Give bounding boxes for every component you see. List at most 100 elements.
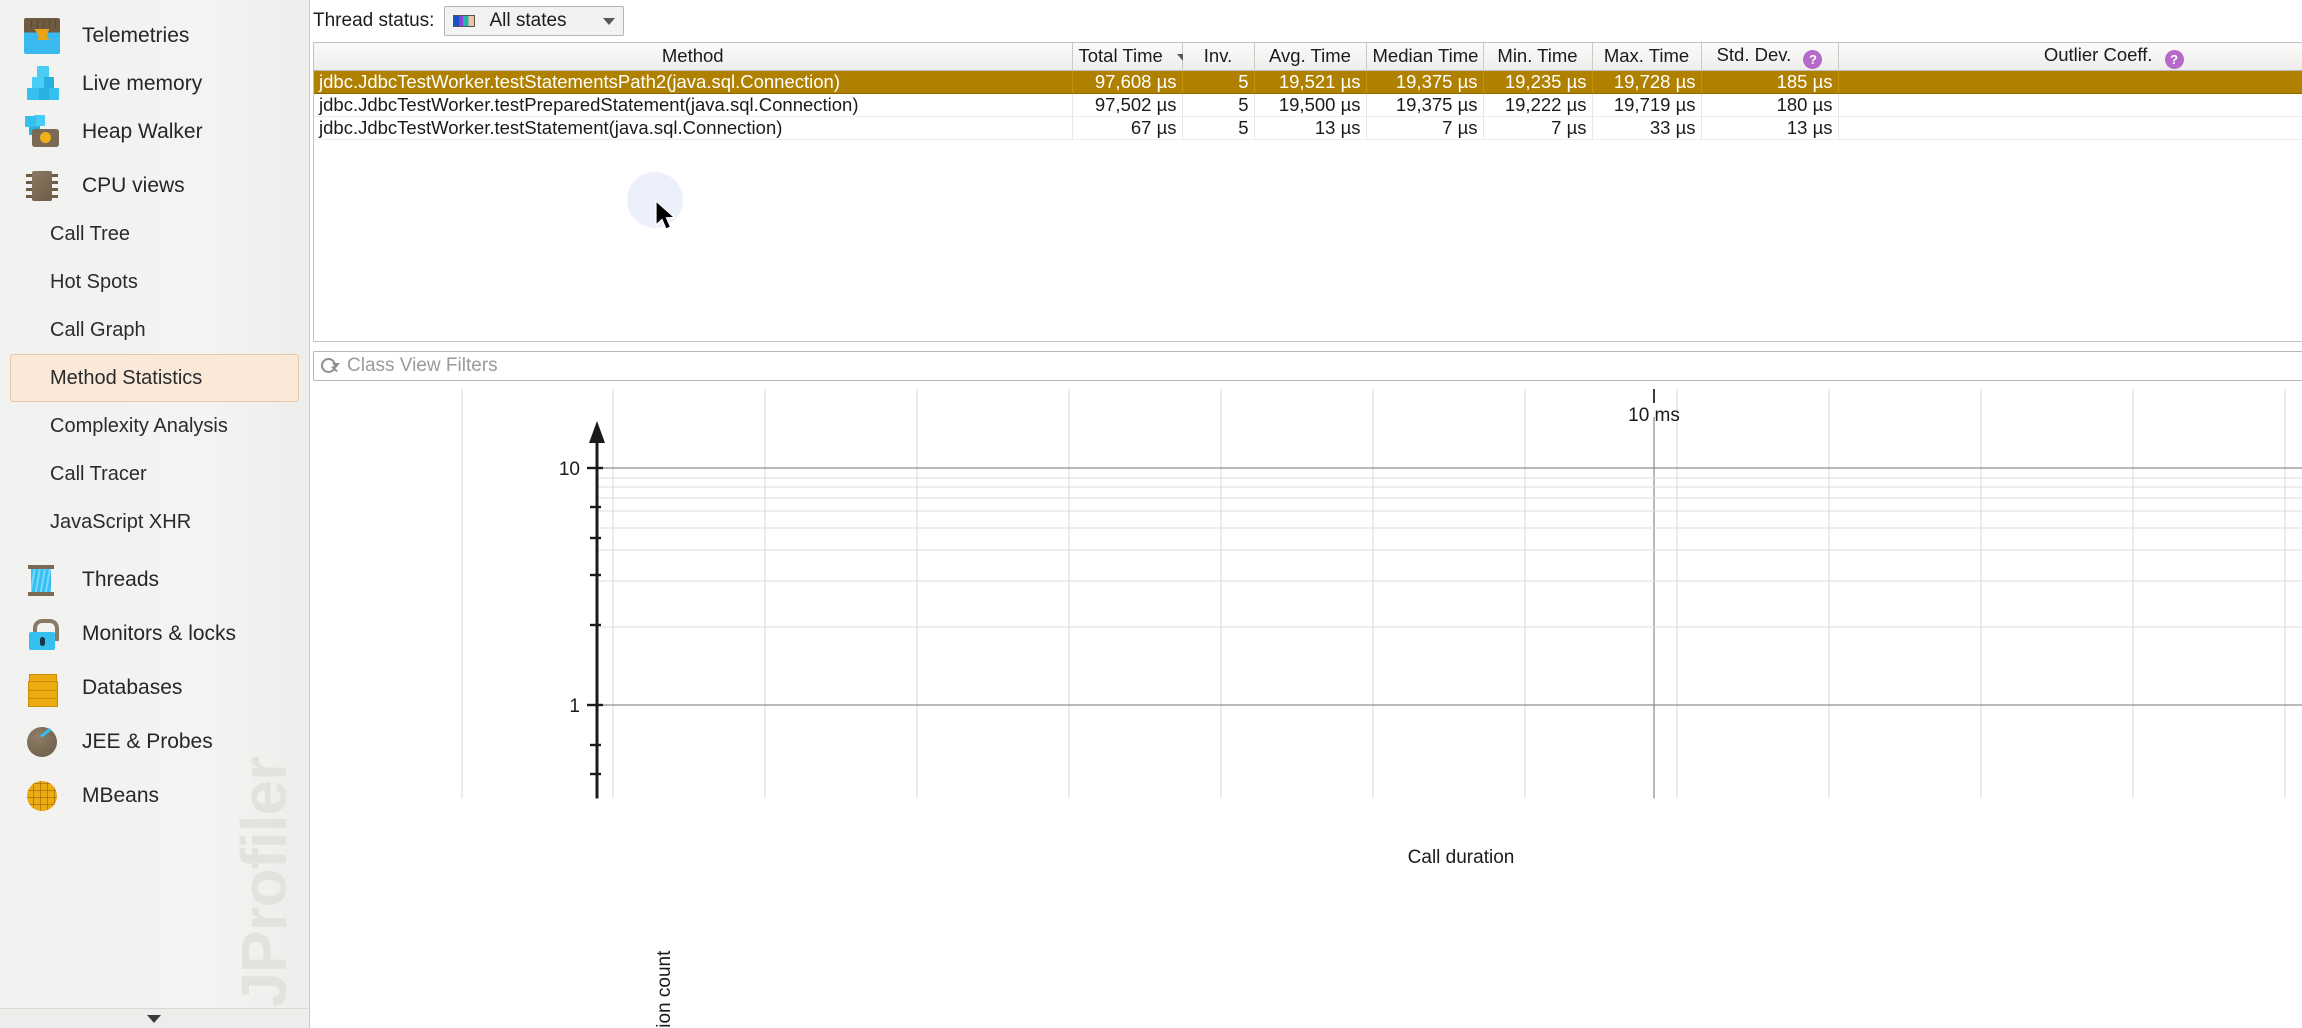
filter-placeholder: Class View Filters: [347, 355, 498, 376]
help-icon[interactable]: ?: [1803, 49, 1823, 69]
cell-std-dev: 185 µs: [1701, 70, 1839, 94]
cell-outlier: 3.71: [1838, 116, 2302, 140]
cell-inv: 5: [1182, 116, 1255, 140]
sidebar-item-live-memory[interactable]: Live memory: [0, 60, 309, 108]
class-view-filter-input[interactable]: Class View Filters: [313, 351, 2302, 381]
cpu-icon: [24, 168, 60, 204]
sidebar: JProfiler Telemetries Live memory Heap W…: [0, 0, 310, 1028]
sidebar-item-cpu-views[interactable]: CPU views: [0, 162, 309, 210]
sidebar-scroll-down-button[interactable]: [0, 1008, 308, 1028]
sidebar-item-label: Telemetries: [82, 24, 190, 47]
sidebar-item-call-tracer[interactable]: Call Tracer: [10, 450, 299, 498]
thread-states-icon: [453, 15, 476, 27]
thread-status-value: All states: [489, 10, 567, 31]
cell-outlier: 0.02: [1838, 70, 2302, 94]
thread-status-select[interactable]: All states: [444, 6, 625, 36]
sidebar-item-label: Live memory: [82, 72, 203, 95]
chevron-down-icon: [603, 17, 616, 25]
cell-max-time: 19,728 µs: [1592, 70, 1702, 94]
sidebar-item-jee-probes[interactable]: JEE & Probes: [0, 718, 309, 766]
threads-icon: [24, 562, 60, 598]
sidebar-item-complexity-analysis[interactable]: Complexity Analysis: [10, 402, 299, 450]
cell-avg-time: 19,521 µs: [1254, 70, 1367, 94]
sidebar-item-threads[interactable]: Threads: [0, 556, 309, 604]
cell-max-time: 33 µs: [1592, 116, 1702, 140]
sidebar-item-label: MBeans: [82, 784, 160, 807]
cell-min-time: 7 µs: [1483, 116, 1593, 140]
cell-median-time: 19,375 µs: [1366, 70, 1484, 94]
cell-outlier: 0.02: [1838, 93, 2302, 117]
sidebar-item-telemetries[interactable]: Telemetries: [0, 12, 309, 60]
y-tick-10: 10: [559, 459, 580, 480]
cell-std-dev: 180 µs: [1701, 93, 1839, 117]
cell-inv: 5: [1182, 70, 1255, 94]
sidebar-item-label: Heap Walker: [82, 120, 203, 143]
cell-max-time: 19,719 µs: [1592, 93, 1702, 117]
cell-median-time: 19,375 µs: [1366, 93, 1484, 117]
sidebar-item-label: Call Tracer: [50, 462, 147, 485]
column-header-median-time[interactable]: Median Time: [1366, 43, 1484, 71]
y-tick-1: 1: [569, 696, 580, 717]
column-header-max-time[interactable]: Max. Time: [1592, 43, 1702, 71]
sidebar-item-label: Hot Spots: [50, 270, 138, 293]
sidebar-item-heap-walker[interactable]: Heap Walker: [0, 108, 309, 156]
sidebar-item-hot-spots[interactable]: Hot Spots: [10, 258, 299, 306]
sidebar-item-label: Databases: [82, 676, 183, 699]
histogram-svg: 10 ms 20 ms: [310, 389, 2302, 800]
column-header-total-time[interactable]: Total Time: [1072, 43, 1189, 71]
column-header-avg-time[interactable]: Avg. Time: [1254, 43, 1367, 71]
sidebar-item-monitors-locks[interactable]: Monitors & locks: [0, 610, 309, 658]
sidebar-item-label: Call Graph: [50, 318, 146, 341]
jee-probes-icon: [24, 724, 60, 760]
chevron-down-icon: [147, 1014, 161, 1023]
lock-icon: [24, 616, 60, 652]
thread-status-label: Thread status:: [313, 10, 435, 31]
cell-total-time: 67 µs: [1072, 116, 1183, 140]
sidebar-item-call-tree[interactable]: Call Tree: [10, 210, 299, 258]
help-icon[interactable]: ?: [2164, 49, 2184, 69]
column-header-min-time[interactable]: Min. Time: [1483, 43, 1593, 71]
sidebar-item-label: JavaScript XHR: [50, 510, 192, 533]
table-header-row: Method Total Time Inv. Avg. Time Median: [314, 43, 2302, 71]
table-row[interactable]: jdbc.JdbcTestWorker.testPreparedStatemen…: [314, 93, 2302, 117]
cell-total-time: 97,502 µs: [1072, 93, 1183, 117]
search-icon: [320, 357, 340, 375]
toolbar: Thread status: All states: [310, 0, 2302, 42]
heap-walker-icon: [24, 114, 60, 150]
sidebar-item-label: Monitors & locks: [82, 622, 237, 645]
databases-icon: [24, 670, 60, 706]
table-row[interactable]: jdbc.JdbcTestWorker.testStatement(java.s…: [314, 116, 2302, 140]
telemetry-icon: [24, 18, 60, 54]
sidebar-item-method-statistics[interactable]: Method Statistics: [10, 354, 299, 402]
column-header-outlier-coeff[interactable]: Outlier Coeff. ?: [1838, 43, 2302, 71]
cell-avg-time: 13 µs: [1254, 116, 1367, 140]
column-header-method[interactable]: Method: [314, 43, 1073, 71]
sidebar-item-label: CPU views: [82, 174, 185, 197]
table-row[interactable]: jdbc.JdbcTestWorker.testStatementsPath2(…: [314, 70, 2302, 94]
sidebar-item-javascript-xhr[interactable]: JavaScript XHR: [10, 498, 299, 546]
cell-inv: 5: [1182, 93, 1255, 117]
mbeans-icon: [24, 778, 60, 814]
y-axis-arrow: [589, 421, 605, 443]
cell-avg-time: 19,500 µs: [1254, 93, 1367, 117]
sidebar-item-label: JEE & Probes: [82, 730, 213, 753]
filter-row: Class View Filters ?: [313, 351, 2302, 381]
cell-min-time: 19,235 µs: [1483, 70, 1593, 94]
sidebar-item-mbeans[interactable]: MBeans: [0, 772, 309, 820]
live-memory-icon: [24, 66, 60, 102]
sidebar-item-label: Call Tree: [50, 222, 131, 245]
method-statistics-table[interactable]: Method Total Time Inv. Avg. Time Median: [313, 42, 2302, 342]
cell-method: jdbc.JdbcTestWorker.testStatement(java.s…: [314, 116, 1073, 140]
sidebar-item-label: Threads: [82, 568, 160, 591]
sidebar-item-databases[interactable]: Databases: [0, 664, 309, 712]
main-panel: Thread status: All states Method Total T…: [310, 0, 2302, 1028]
cell-min-time: 19,222 µs: [1483, 93, 1593, 117]
sidebar-item-label: Complexity Analysis: [50, 414, 228, 437]
sidebar-item-call-graph[interactable]: Call Graph: [10, 306, 299, 354]
column-header-inv[interactable]: Inv.: [1182, 43, 1255, 71]
call-duration-histogram[interactable]: 10 ms 20 ms: [310, 389, 2302, 1028]
cell-median-time: 7 µs: [1366, 116, 1484, 140]
y-axis-label: Invocation count: [654, 950, 675, 1028]
x-tick-10ms: 10 ms: [1628, 405, 1680, 426]
column-header-std-dev[interactable]: Std. Dev. ?: [1701, 43, 1839, 71]
